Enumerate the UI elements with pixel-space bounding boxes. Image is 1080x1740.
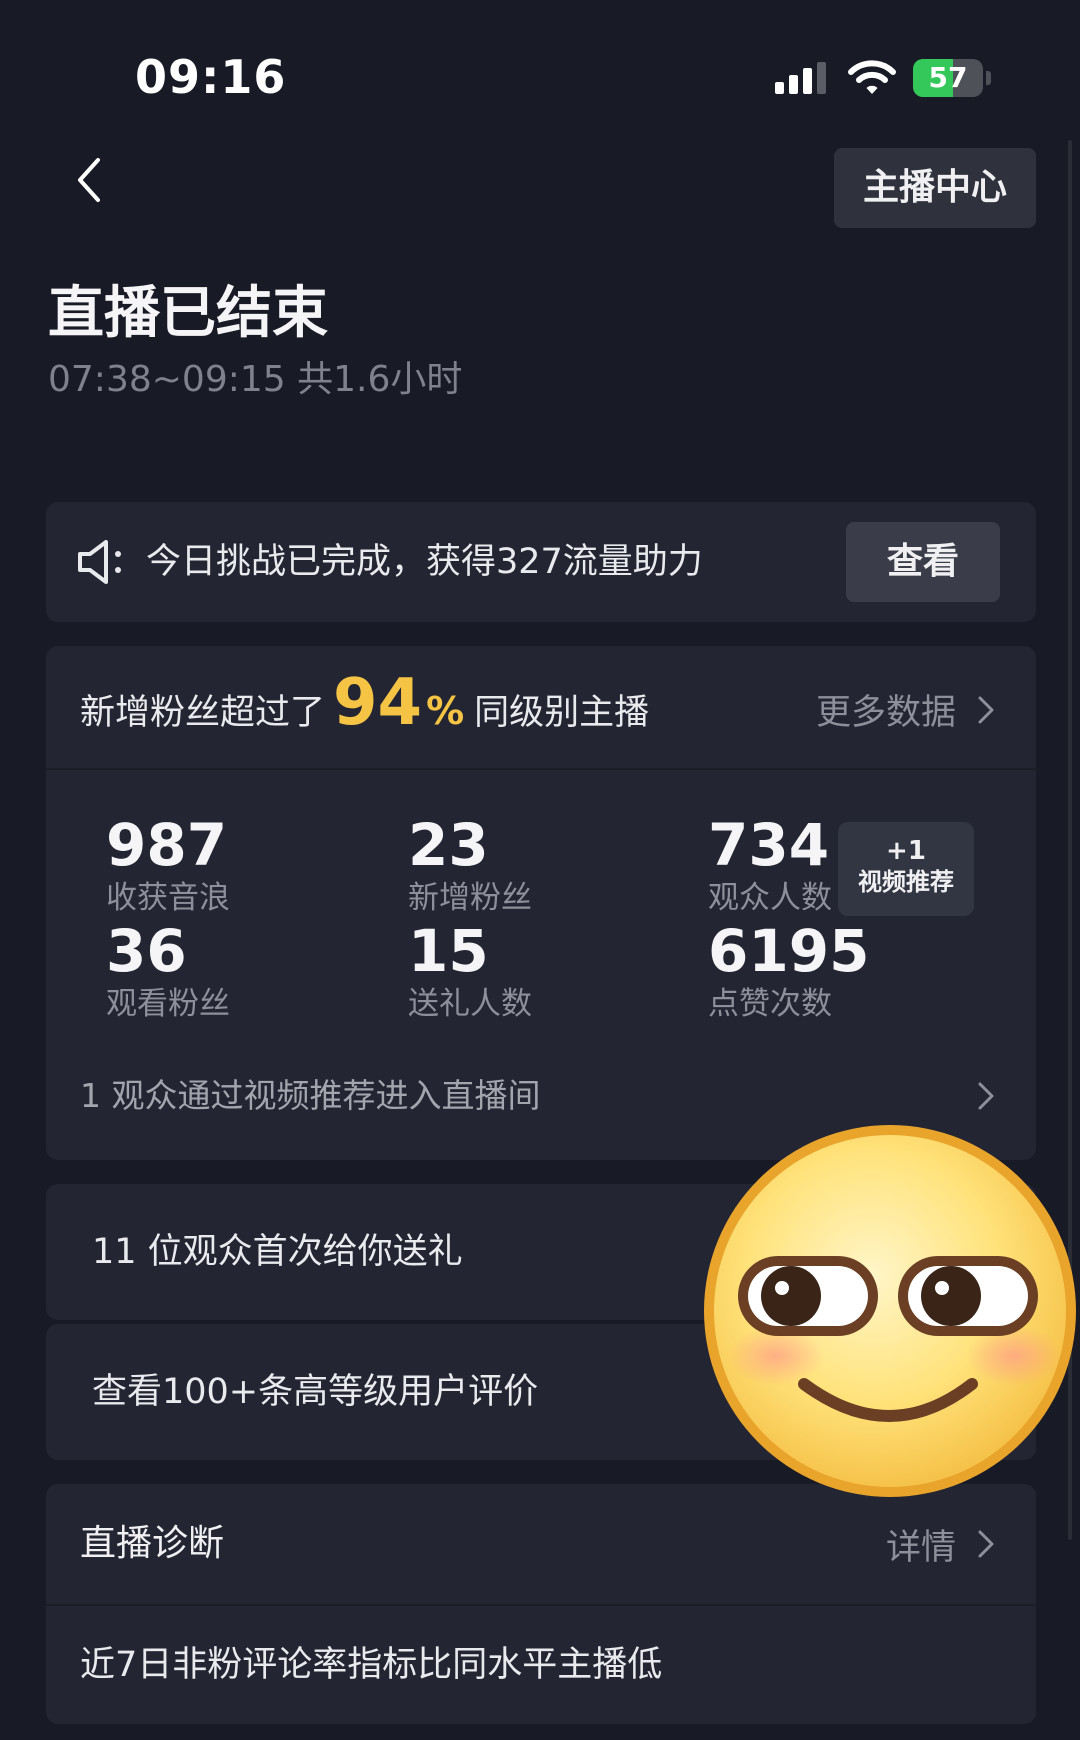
stat-viewers[interactable]: 734 观众人数: [708, 814, 832, 918]
more-data-link[interactable]: 更多数据: [816, 684, 996, 735]
headline-prefix: 新增粉丝超过了: [80, 693, 326, 733]
stat-likes[interactable]: 6195 点赞次数: [708, 920, 869, 1024]
divider: [46, 768, 1036, 770]
diagnosis-title: 直播诊断: [80, 1523, 225, 1564]
percent-symbol: %: [426, 689, 465, 733]
chevron-right-icon: [978, 1082, 994, 1110]
stat-label: 收获音浪: [106, 880, 230, 916]
video-referral-row[interactable]: 1 观众通过视频推荐进入直播间: [80, 1066, 541, 1126]
details-label: 详情: [885, 1527, 956, 1568]
chevron-right-icon: [978, 696, 994, 723]
anchor-center-button[interactable]: 主播中心: [834, 148, 1036, 228]
stats-card: 新增粉丝超过了 94 % 同级别主播 更多数据 987 收获音浪 23 新增粉丝…: [46, 646, 1036, 1160]
stat-sound-waves[interactable]: 987 收获音浪: [106, 814, 230, 918]
live-summary-page: 09:16 57 主播中心 直播已结束 07:38~09:15 共1.6小时 今…: [0, 0, 1080, 1740]
stat-label: 点赞次数: [708, 986, 832, 1022]
stat-value: 23: [408, 811, 489, 879]
fans-percentile: 94: [333, 666, 423, 740]
wifi-icon: [848, 60, 896, 94]
stat-label: 观众人数: [708, 880, 832, 916]
live-duration: 07:38~09:15 共1.6小时: [48, 359, 463, 400]
badge-label: 视频推荐: [858, 868, 954, 896]
stat-new-fans[interactable]: 23 新增粉丝: [408, 814, 532, 918]
page-title: 直播已结束: [48, 281, 328, 346]
battery-tip: [986, 71, 991, 85]
view-button[interactable]: 查看: [846, 522, 1000, 602]
user-reviews-text: 查看100+条高等级用户评价: [92, 1372, 539, 1412]
badge-count: +1: [886, 836, 926, 866]
battery-percent: 57: [928, 61, 968, 94]
stat-label: 新增粉丝: [408, 880, 532, 916]
diagnosis-item: 近7日非粉评论率指标比同水平主播低: [80, 1645, 663, 1685]
stat-gift-senders[interactable]: 15 送礼人数: [408, 920, 532, 1024]
back-button[interactable]: [62, 150, 122, 210]
more-data-label: 更多数据: [815, 693, 956, 733]
chevron-left-icon: [78, 158, 100, 202]
cellular-signal-icon: [775, 62, 826, 94]
challenge-notice-text: 今日挑战已完成，获得327流量助力: [146, 542, 703, 582]
stat-value: 987: [106, 811, 228, 879]
stat-watching-fans[interactable]: 36 观看粉丝: [106, 920, 230, 1024]
chevron-right-icon: [978, 1530, 994, 1558]
fans-ranking-headline: 新增粉丝超过了 94 % 同级别主播: [80, 666, 649, 746]
live-diagnosis-card: 直播诊断 详情 近7日非粉评论率指标比同水平主播低: [46, 1484, 1036, 1724]
headline-suffix: 同级别主播: [474, 693, 650, 733]
stat-value: 6195: [708, 917, 870, 985]
stat-value: 15: [408, 917, 489, 985]
status-time: 09:16: [135, 50, 287, 104]
speaker-icon: [78, 540, 121, 584]
video-recommendation-badge: +1 视频推荐: [838, 822, 974, 916]
stat-value: 734: [708, 811, 830, 879]
battery-indicator: 57: [913, 59, 993, 97]
smirk-emoji-icon: [704, 1125, 1076, 1497]
first-gift-text: 11 位观众首次给你送礼: [92, 1232, 463, 1272]
stat-value: 36: [106, 917, 187, 985]
challenge-notice-card: 今日挑战已完成，获得327流量助力 查看: [46, 502, 1036, 622]
stat-label: 观看粉丝: [106, 986, 230, 1022]
stat-label: 送礼人数: [408, 986, 532, 1022]
